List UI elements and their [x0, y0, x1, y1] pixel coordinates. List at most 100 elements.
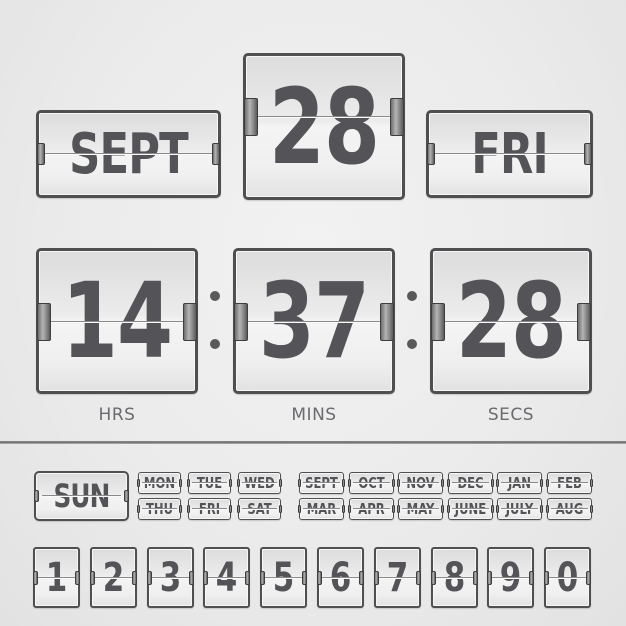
palette-digit-card-text: 9 [500, 554, 522, 601]
palette-month-card-text: OCT [357, 474, 385, 492]
hinge-left [37, 143, 45, 165]
weekday-flip-card: FRI [426, 110, 593, 198]
hinge-right [245, 570, 251, 585]
palette-month-card-text: NOV [406, 474, 435, 492]
seconds-flip-card: 28 [430, 248, 592, 394]
flip-split-line [501, 482, 539, 483]
palette-month-card: MAY [397, 498, 445, 520]
palette-weekday-card-text: THU [145, 500, 174, 518]
hinge-left [427, 143, 435, 165]
hinge-right [586, 570, 592, 585]
flip-split-line [501, 508, 539, 509]
hinge-right [279, 479, 282, 487]
hinge-left [397, 479, 401, 487]
hinge-left [34, 490, 39, 502]
palette-month-card: AUG [546, 498, 593, 520]
day-text: 28 [268, 65, 380, 188]
colon-dot [210, 291, 220, 301]
palette-month-card: NOV [397, 472, 445, 494]
flip-split-line [378, 576, 416, 578]
hinge-right [584, 143, 592, 165]
hinge-right [302, 570, 308, 585]
flip-split-line [38, 576, 75, 578]
palette-digit-card: 8 [430, 547, 478, 608]
palette-weekday-card: SAT [237, 498, 282, 520]
weekday-text: FRI [471, 121, 548, 187]
palette-month-card-text: MAY [406, 500, 435, 518]
flip-split-line [402, 508, 440, 509]
palette-weekday-card-text: MON [143, 474, 176, 492]
palette-weekday-card-text: TUE [196, 474, 223, 492]
flip-split-line [142, 482, 177, 483]
hinge-right [212, 143, 220, 165]
palette-digit-card-text: 4 [216, 554, 238, 601]
hinge-left [137, 479, 140, 487]
flip-split-line [435, 576, 473, 578]
hinge-right [529, 570, 535, 585]
hinge-left [347, 479, 351, 487]
hinge-left [237, 505, 240, 513]
colon-dot [210, 339, 220, 349]
palette-month-card: FEB [546, 472, 593, 494]
palette-weekday-text: SUN [53, 477, 110, 515]
flip-split-line [45, 153, 212, 154]
palette-month-card: JULY [496, 498, 544, 520]
hinge-right [490, 505, 494, 513]
flip-split-line [492, 576, 530, 578]
palette-month-card-text: JAN [508, 474, 532, 492]
hinge-right [590, 479, 593, 487]
hinge-right [540, 479, 544, 487]
minutes-label: MINS [291, 405, 337, 425]
hinge-right [188, 570, 194, 585]
hinge-right [391, 479, 395, 487]
palette-month-card: APR [347, 498, 395, 520]
hinge-left [487, 570, 493, 585]
hinge-right [179, 505, 182, 513]
flip-split-line [439, 321, 583, 323]
hinge-right [279, 505, 282, 513]
hinge-left [430, 570, 436, 585]
palette-month-card: OCT [347, 472, 395, 494]
hinge-left [544, 570, 550, 585]
hinge-left [546, 479, 549, 487]
palette-digit-card-text: 5 [272, 554, 295, 601]
hinge-left [397, 505, 401, 513]
flip-split-line [352, 508, 390, 509]
hinge-left [546, 505, 549, 513]
hinge-left [496, 505, 500, 513]
flip-split-line [551, 482, 588, 483]
palette-weekday-card-text: WED [244, 474, 275, 492]
hinge-left [373, 570, 379, 585]
flip-split-line [242, 482, 277, 483]
palette-month-card: MAR [298, 498, 345, 520]
palette-weekday-card: THU [137, 498, 182, 520]
minutes-flip-card: 37 [233, 248, 395, 394]
flip-split-line [352, 482, 390, 483]
hours-label: HRS [98, 405, 136, 425]
hinge-right [342, 505, 345, 513]
palette-digit-card: 3 [146, 547, 194, 608]
palette-month-card: DEC [446, 472, 494, 494]
palette-digit-card-text: 6 [329, 554, 352, 601]
hinge-right [472, 570, 478, 585]
palette-weekday-card-text: SAT [247, 500, 272, 518]
month-flip-card: SEPT [36, 110, 221, 198]
palette-weekday-card: TUE [187, 472, 232, 494]
flip-split-line [94, 576, 132, 578]
hinge-left [146, 570, 152, 585]
flip-split-line [265, 576, 303, 578]
time-colon-2 [406, 291, 418, 351]
day-flip-card: 28 [243, 53, 405, 200]
hinge-left [260, 570, 266, 585]
hinge-right [490, 479, 494, 487]
flip-split-line [208, 576, 246, 578]
palette-weekday-featured: SUN [34, 471, 129, 521]
hinge-left [298, 479, 301, 487]
palette-digit-card: 4 [203, 547, 251, 608]
month-text: SEPT [69, 121, 189, 187]
hinge-right [540, 505, 544, 513]
palette-digit-card: 6 [317, 547, 364, 608]
hinge-left [317, 570, 322, 585]
hinge-left [187, 479, 190, 487]
hinge-right [590, 505, 593, 513]
